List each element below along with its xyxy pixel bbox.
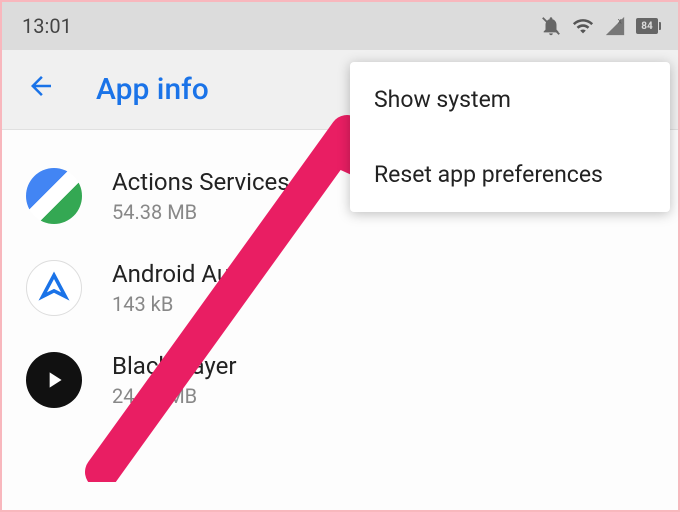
status-icons: x 84 <box>540 15 658 37</box>
app-size: 143 kB <box>112 292 251 316</box>
app-name: Android Auto <box>112 260 251 288</box>
signal-icon: x <box>604 15 626 37</box>
menu-item-reset-prefs[interactable]: Reset app preferences <box>350 137 670 212</box>
status-bar: 13:01 x 84 <box>2 2 678 50</box>
app-name: BlackPlayer <box>112 352 237 380</box>
app-details: Android Auto 143 kB <box>112 260 251 316</box>
dnd-icon <box>540 15 562 37</box>
app-size: 24.93 MB <box>112 384 237 408</box>
app-item[interactable]: BlackPlayer 24.93 MB <box>2 334 678 426</box>
status-time: 13:01 <box>22 14 72 38</box>
app-details: BlackPlayer 24.93 MB <box>112 352 237 408</box>
app-icon-android-auto <box>26 260 82 316</box>
svg-text:x: x <box>618 16 622 26</box>
app-size: 54.38 MB <box>112 200 290 224</box>
back-arrow-icon[interactable] <box>26 71 56 108</box>
battery-level: 84 <box>641 21 652 32</box>
overflow-menu: Show system Reset app preferences <box>350 62 670 212</box>
app-details: Actions Services 54.38 MB <box>112 168 290 224</box>
app-icon-actions <box>26 168 82 224</box>
battery-icon: 84 <box>636 18 658 34</box>
wifi-icon <box>572 15 594 37</box>
app-name: Actions Services <box>112 168 290 196</box>
page-title: App info <box>96 72 209 107</box>
app-item[interactable]: Android Auto 143 kB <box>2 242 678 334</box>
menu-item-show-system[interactable]: Show system <box>350 62 670 137</box>
app-icon-blackplayer <box>26 352 82 408</box>
